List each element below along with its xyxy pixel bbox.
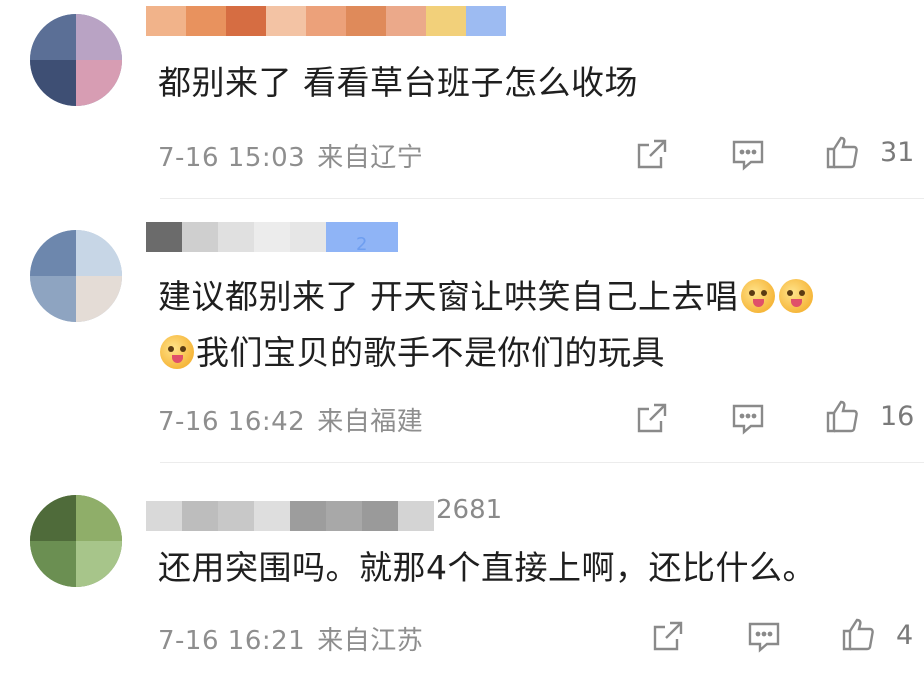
comment-location: 来自江苏 [317,626,424,656]
divider [160,462,924,463]
yum-face-emoji [160,335,194,369]
username-blurred[interactable] [146,6,506,36]
username-suffix: 2681 [436,495,503,525]
comment-text: 还用突围吗。就那4个直接上啊，还比什么。 [158,548,816,587]
comment-item: 都别来了 看看草台班子怎么收场 7-16 15:03 来自辽宁 31 [0,0,924,200]
yum-face-emoji [778,279,813,313]
username-blurred[interactable] [146,501,434,531]
comment-item: 2 建议都别来了 开天窗让哄笑自己上去唱 我们宝贝的歌手不是你们的玩具 7-16… [0,200,924,465]
comment-item: 2681 还用突围吗。就那4个直接上啊，还比什么。 7-16 16:21 来自江苏… [0,465,924,676]
comment-location: 来自辽宁 [317,143,424,173]
thumbs-up-icon[interactable] [824,398,860,434]
avatar[interactable] [30,495,122,587]
comment-date: 7-16 16:21 [158,626,306,656]
thumbs-up-icon[interactable] [824,134,860,170]
share-icon[interactable] [650,618,686,654]
like-count: 4 [896,620,914,651]
share-icon[interactable] [634,136,670,172]
comment-meta: 7-16 15:03 来自辽宁 [158,137,423,174]
avatar[interactable] [30,14,122,106]
comment-date: 7-16 16:42 [158,407,306,437]
yum-face-emoji [740,279,775,313]
comment-location: 来自福建 [317,407,424,437]
thumbs-up-icon[interactable] [840,616,876,652]
comment-icon[interactable] [730,400,766,436]
share-icon[interactable] [634,400,670,436]
avatar[interactable] [30,230,122,322]
comment-meta: 7-16 16:21 来自江苏 [158,620,423,657]
comment-text: 都别来了 看看草台班子怎么收场 [158,63,638,102]
comment-meta: 7-16 16:42 来自福建 [158,401,423,438]
comment-icon[interactable] [730,136,766,172]
comment-date: 7-16 15:03 [158,143,306,173]
comment-icon[interactable] [746,618,782,654]
username-level-badge: 2 [356,234,368,255]
comment-text: 建议都别来了 开天窗让哄笑自己上去唱 我们宝贝的歌手不是你们的玩具 [158,269,914,381]
like-count: 31 [880,137,915,168]
like-count: 16 [880,401,915,432]
divider [160,198,924,199]
